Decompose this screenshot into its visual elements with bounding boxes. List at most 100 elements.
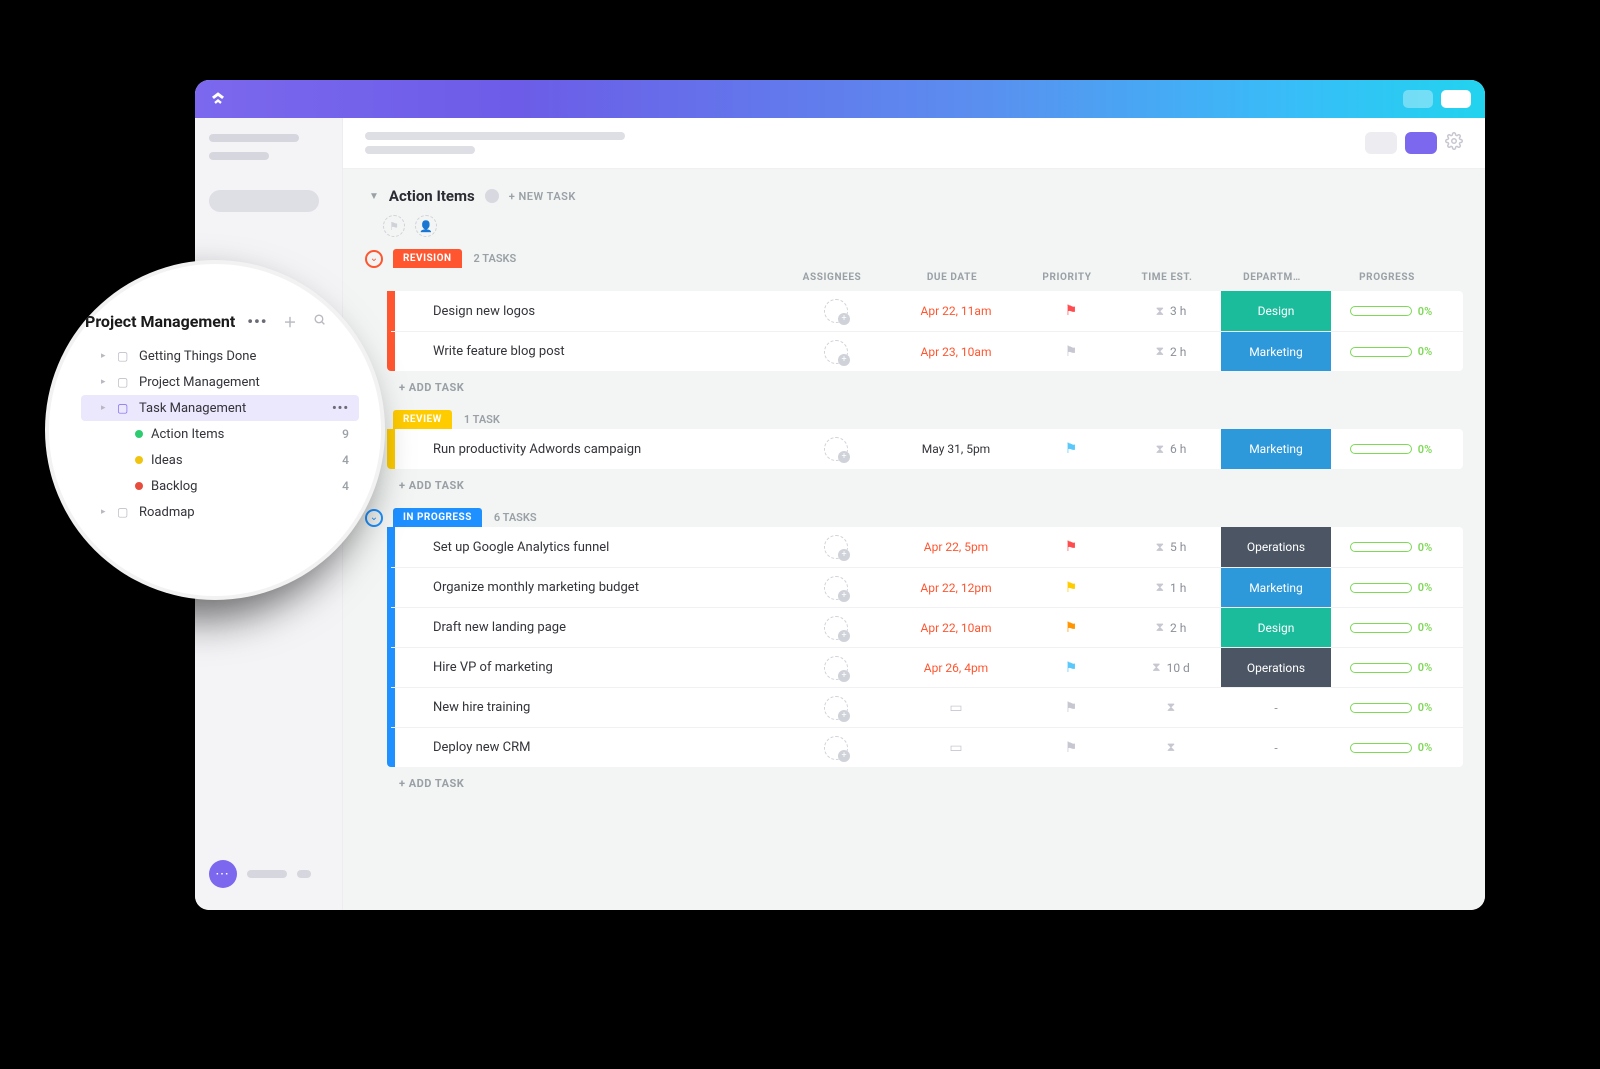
status-chip[interactable]: IN PROGRESS (393, 508, 482, 527)
sidebar-list-item[interactable]: Ideas4 (81, 447, 359, 473)
group-header[interactable]: ⌄ REVISION 2 TASKS (365, 249, 1463, 268)
time-estimate[interactable]: ⧗10 d (1121, 660, 1221, 675)
progress-cell[interactable]: 0% (1331, 661, 1451, 674)
status-chip[interactable]: REVIEW (393, 410, 452, 429)
department-tag[interactable]: Marketing (1221, 332, 1331, 371)
progress-cell[interactable]: 0% (1331, 541, 1451, 554)
flag-filter-icon[interactable]: ⚑ (383, 215, 405, 237)
info-icon[interactable] (485, 189, 499, 203)
time-estimate[interactable]: ⧗2 h (1121, 620, 1221, 635)
progress-cell[interactable]: 0% (1331, 305, 1451, 318)
due-date[interactable]: Apr 22, 5pm (891, 540, 1021, 554)
group-header[interactable]: ⌄ REVIEW 1 TASK (365, 410, 1463, 429)
collapse-ring-icon[interactable]: ⌄ (365, 509, 383, 527)
task-title[interactable]: Run productivity Adwords campaign (421, 442, 781, 457)
titlebar-control-2[interactable] (1441, 90, 1471, 108)
assignee-add-icon[interactable] (824, 299, 848, 323)
add-task-button[interactable]: + ADD TASK (365, 371, 1463, 396)
assignee-add-icon[interactable] (824, 535, 848, 559)
sidebar-folder[interactable]: ▸ ▢Getting Things Done (81, 343, 359, 369)
department-tag[interactable]: Operations (1221, 648, 1331, 687)
time-estimate[interactable]: ⧗1 h (1121, 580, 1221, 595)
flag-icon[interactable]: ⚑ (1021, 441, 1121, 457)
group-header[interactable]: ⌄ IN PROGRESS 6 TASKS (365, 508, 1463, 527)
flag-icon[interactable]: ⚑ (1021, 539, 1121, 555)
more-icon[interactable]: ••• (247, 312, 267, 331)
time-estimate[interactable]: ⧗5 h (1121, 540, 1221, 555)
plus-icon[interactable]: ＋ (284, 312, 297, 331)
task-row[interactable]: Set up Google Analytics funnel Apr 22, 5… (391, 527, 1463, 567)
department-tag[interactable]: Marketing (1221, 568, 1331, 607)
task-title[interactable]: Design new logos (421, 304, 781, 319)
due-date[interactable]: Apr 22, 11am (891, 304, 1021, 318)
flag-icon[interactable]: ⚑ (1021, 303, 1121, 319)
sidebar-folder[interactable]: ▸ ▢Roadmap (81, 499, 359, 525)
task-row[interactable]: New hire training ▭ ⚑ ⧗ - 0% (391, 687, 1463, 727)
progress-cell[interactable]: 0% (1331, 443, 1451, 456)
due-date[interactable]: Apr 23, 10am (891, 345, 1021, 359)
department-tag[interactable]: Operations (1221, 527, 1331, 567)
add-task-button[interactable]: + ADD TASK (365, 767, 1463, 792)
assignee-add-icon[interactable] (824, 616, 848, 640)
calendar-icon[interactable]: ▭ (891, 740, 1021, 756)
flag-icon[interactable]: ⚑ (1021, 660, 1121, 676)
flag-icon[interactable]: ⚑ (1021, 620, 1121, 636)
hourglass-icon[interactable]: ⧗ (1121, 700, 1221, 715)
time-estimate[interactable]: ⧗6 h (1121, 442, 1221, 457)
sidebar-list-item[interactable]: Backlog4 (81, 473, 359, 499)
new-task-button[interactable]: + NEW TASK (509, 190, 576, 203)
chat-icon[interactable]: ⋯ (209, 860, 237, 888)
flag-icon[interactable]: ⚑ (1021, 344, 1121, 360)
task-row[interactable]: Write feature blog post Apr 23, 10am ⚑ ⧗… (391, 331, 1463, 371)
sidebar-folder[interactable]: ▸ ▢Task Management••• (81, 395, 359, 421)
task-row[interactable]: Organize monthly marketing budget Apr 22… (391, 567, 1463, 607)
assignee-add-icon[interactable] (824, 340, 848, 364)
flag-icon[interactable]: ⚑ (1021, 700, 1121, 716)
view-toggle-button[interactable] (1365, 132, 1397, 154)
sidebar-search-skeleton[interactable] (209, 190, 319, 212)
department-tag[interactable]: - (1221, 728, 1331, 767)
assignee-add-icon[interactable] (824, 437, 848, 461)
hourglass-icon[interactable]: ⧗ (1121, 740, 1221, 755)
assignee-add-icon[interactable] (824, 736, 848, 760)
assignee-add-icon[interactable] (824, 656, 848, 680)
assignee-filter-icon[interactable]: 👤 (415, 215, 437, 237)
calendar-icon[interactable]: ▭ (891, 700, 1021, 716)
task-row[interactable]: Hire VP of marketing Apr 26, 4pm ⚑ ⧗10 d… (391, 647, 1463, 687)
sidebar-list-item[interactable]: Action Items9 (81, 421, 359, 447)
time-estimate[interactable]: ⧗3 h (1121, 304, 1221, 319)
assignee-add-icon[interactable] (824, 576, 848, 600)
due-date[interactable]: Apr 22, 12pm (891, 581, 1021, 595)
task-title[interactable]: New hire training (421, 700, 781, 715)
progress-cell[interactable]: 0% (1331, 701, 1451, 714)
due-date[interactable]: Apr 26, 4pm (891, 661, 1021, 675)
collapse-ring-icon[interactable]: ⌄ (365, 250, 383, 268)
department-tag[interactable]: Marketing (1221, 429, 1331, 469)
progress-cell[interactable]: 0% (1331, 345, 1451, 358)
task-title[interactable]: Organize monthly marketing budget (421, 580, 781, 595)
more-icon[interactable]: ••• (332, 401, 349, 416)
search-icon[interactable] (313, 313, 326, 330)
assignee-add-icon[interactable] (824, 696, 848, 720)
due-date[interactable]: Apr 22, 10am (891, 621, 1021, 635)
collapse-caret-icon[interactable]: ▼ (369, 191, 379, 202)
department-tag[interactable]: Design (1221, 291, 1331, 331)
flag-icon[interactable]: ⚑ (1021, 580, 1121, 596)
add-task-button[interactable]: + ADD TASK (365, 469, 1463, 494)
task-row[interactable]: Run productivity Adwords campaign May 31… (391, 429, 1463, 469)
view-toggle-button-active[interactable] (1405, 132, 1437, 154)
sidebar-folder[interactable]: ▸ ▢Project Management (81, 369, 359, 395)
titlebar-control-1[interactable] (1403, 90, 1433, 108)
task-row[interactable]: Design new logos Apr 22, 11am ⚑ ⧗3 h Des… (391, 291, 1463, 331)
task-title[interactable]: Set up Google Analytics funnel (421, 540, 781, 555)
task-title[interactable]: Hire VP of marketing (421, 660, 781, 675)
progress-cell[interactable]: 0% (1331, 581, 1451, 594)
task-row[interactable]: Deploy new CRM ▭ ⚑ ⧗ - 0% (391, 727, 1463, 767)
due-date[interactable]: May 31, 5pm (891, 442, 1021, 456)
progress-cell[interactable]: 0% (1331, 741, 1451, 754)
task-title[interactable]: Deploy new CRM (421, 740, 781, 755)
department-tag[interactable]: Design (1221, 608, 1331, 647)
progress-cell[interactable]: 0% (1331, 621, 1451, 634)
flag-icon[interactable]: ⚑ (1021, 740, 1121, 756)
task-title[interactable]: Write feature blog post (421, 344, 781, 359)
